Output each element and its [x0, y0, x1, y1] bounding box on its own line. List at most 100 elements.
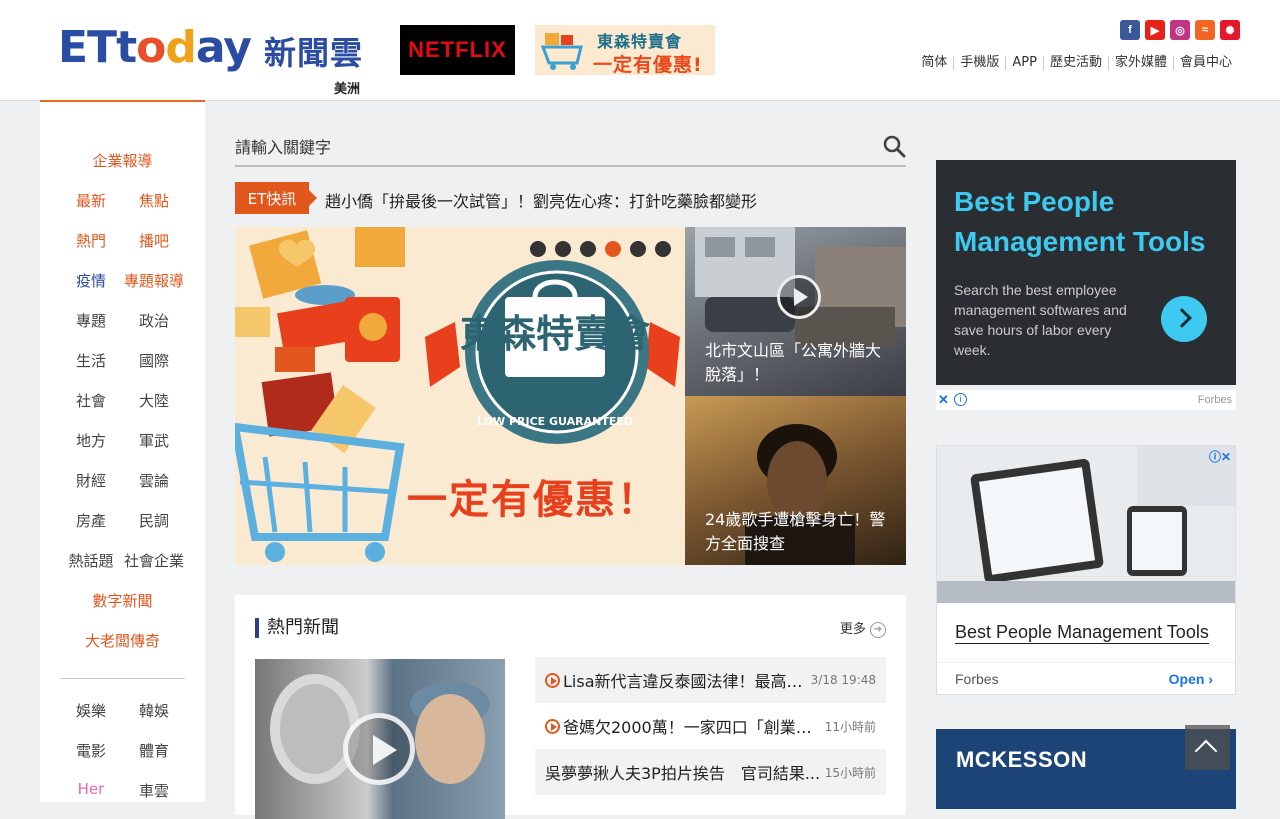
nav-mainland[interactable]: 大陸: [130, 390, 178, 411]
breaking-news-headline[interactable]: 趙小僑「拚最後一次試管」！劉亮佐心疼：打針吃藥臉都變形: [325, 188, 757, 212]
topnav-outdoor-media[interactable]: 家外媒體: [1107, 56, 1173, 70]
nav-opinion[interactable]: 雲論: [130, 470, 178, 491]
breaking-news-tag: ET快訊: [235, 182, 317, 214]
hot-news-item-time: 15小時前: [824, 765, 876, 780]
nav-korean-ent[interactable]: 韓娛: [130, 700, 178, 721]
carousel-dot-2[interactable]: [555, 241, 571, 257]
topnav-mobile[interactable]: 手機版: [953, 56, 1005, 70]
topnav-app[interactable]: APP: [1005, 56, 1043, 70]
chevron-right-icon[interactable]: [1161, 296, 1207, 342]
nav-latest[interactable]: 最新: [68, 190, 114, 211]
carousel-dot-4[interactable]: [605, 241, 621, 257]
nav-digital-news[interactable]: 數字新聞: [40, 590, 205, 611]
social-links: f ▶ ◎ ≈ ✺: [1120, 20, 1240, 40]
topnav-simplified[interactable]: 简体: [915, 56, 953, 70]
sale-banner-line1: 東森特賣會: [597, 32, 683, 51]
hot-news-item-3[interactable]: 吳夢夢揪人夫3P拍片挨告 官司結果... 15小時前: [535, 749, 886, 795]
nav-polls[interactable]: 民調: [130, 510, 178, 531]
nav-local[interactable]: 地方: [68, 430, 114, 451]
more-label: 更多: [839, 622, 866, 637]
video-play-icon[interactable]: [777, 275, 821, 319]
facebook-icon[interactable]: f: [1120, 20, 1140, 40]
nav-broadcast[interactable]: 播吧: [130, 230, 178, 251]
side-story-2-caption: 24歲歌手遭槍擊身亡！警方全面搜查: [705, 510, 886, 553]
nav-politics[interactable]: 政治: [130, 310, 178, 331]
nav-entertainment[interactable]: 娛樂: [68, 700, 114, 721]
nav-cars[interactable]: 車雲: [130, 780, 178, 801]
hot-news-item-title: Lisa新代言違反泰國法律！最高「罰款...: [563, 672, 807, 691]
ad-forbes-light[interactable]: ⓘ✕ Best People Management Tools Forbes O…: [936, 445, 1236, 695]
video-play-icon[interactable]: [343, 713, 415, 785]
weibo-icon[interactable]: ✺: [1220, 20, 1240, 40]
nav-international[interactable]: 國際: [130, 350, 178, 371]
nav-divider: [60, 678, 185, 679]
hot-news-section: 熱門新聞 更多 ➔ Lisa新代言違反泰國法律！最高「罰款... 3/18 19…: [235, 595, 906, 819]
info-icon[interactable]: i: [954, 393, 967, 406]
video-play-icon: [545, 672, 560, 688]
hot-news-more-link[interactable]: 更多 ➔: [840, 618, 886, 638]
nav-topics[interactable]: 專題: [68, 310, 114, 331]
hot-news-video-thumbnail[interactable]: [255, 659, 505, 819]
hot-news-item-1[interactable]: Lisa新代言違反泰國法律！最高「罰款... 3/18 19:48: [535, 657, 886, 703]
nav-her[interactable]: Her: [68, 780, 114, 798]
nav-finance[interactable]: 財經: [68, 470, 114, 491]
hot-news-item-time: 11小時前: [824, 719, 876, 734]
hot-news-item-2[interactable]: 爸媽欠2000萬！一家四口「創業賣... 11小時前: [535, 703, 886, 749]
ad-info-close-icon[interactable]: ⓘ✕: [1209, 448, 1231, 465]
shopping-cart-icon: [541, 33, 583, 70]
ad-forbes-dark[interactable]: Best People Management Tools Search the …: [936, 160, 1236, 385]
site-header: ETtoday 新聞雲 美洲 NETFLIX 東森特賣會 一定有優惠! f ▶ …: [0, 0, 1280, 101]
badge-subtitle: LOW PRICE GUARANTEED: [477, 415, 633, 428]
nav-boss-legends[interactable]: 大老闆傳奇: [40, 630, 205, 651]
nav-pandemic[interactable]: 疫情: [68, 270, 114, 291]
region-label: 美洲: [334, 82, 361, 97]
nav-hot-topics[interactable]: 熱話題: [62, 550, 120, 571]
side-story-1[interactable]: 北市文山區「公寓外牆大脫落」！: [685, 227, 906, 396]
topnav-member-center[interactable]: 會員中心: [1172, 56, 1238, 70]
nav-special-reports[interactable]: 專題報導: [122, 270, 186, 291]
ad1-headline: Best People Management Tools: [954, 186, 1206, 257]
ad2-title[interactable]: Best People Management Tools: [955, 622, 1209, 644]
topnav-history-events[interactable]: 歷史活動: [1042, 56, 1108, 70]
nav-society[interactable]: 社會: [68, 390, 114, 411]
search-icon[interactable]: [882, 134, 906, 158]
carousel-dots: [530, 241, 671, 257]
hot-news-item-title: 爸媽欠2000萬！一家四口「創業賣...: [563, 718, 821, 737]
top-navigation: 简体 手機版 APP 歷史活動 家外媒體 會員中心: [915, 56, 1238, 70]
search-input[interactable]: [235, 136, 855, 158]
featured-carousel[interactable]: 東森特賣會 LOW PRICE GUARANTEED 一定有優惠！: [235, 227, 685, 565]
nav-hot[interactable]: 熱門: [68, 230, 114, 251]
hot-news-item-time: 3/18 19:48: [810, 673, 876, 687]
nav-military[interactable]: 軍武: [130, 430, 178, 451]
carousel-dot-5[interactable]: [630, 241, 646, 257]
rss-icon[interactable]: ≈: [1195, 20, 1215, 40]
carousel-dot-3[interactable]: [580, 241, 596, 257]
instagram-icon[interactable]: ◎: [1170, 20, 1190, 40]
side-story-1-caption: 北市文山區「公寓外牆大脫落」！: [705, 341, 882, 384]
nav-social-enterprise[interactable]: 社會企業: [122, 550, 186, 571]
chevron-right-icon: ›: [1208, 671, 1213, 687]
nav-real-estate[interactable]: 房產: [68, 510, 114, 531]
ad2-open-button[interactable]: Open ›: [1169, 671, 1213, 687]
close-icon[interactable]: ✕: [938, 392, 949, 408]
nav-life[interactable]: 生活: [68, 350, 114, 371]
ettoday-logo[interactable]: ETtoday 新聞雲 美洲: [58, 22, 368, 97]
nav-sports[interactable]: 體育: [130, 740, 178, 761]
ad1-footer: ✕ i Forbes: [936, 390, 1236, 410]
side-story-2[interactable]: 24歲歌手遭槍擊身亡！警方全面搜查: [685, 396, 906, 565]
search-bar: [235, 130, 906, 167]
youtube-icon[interactable]: ▶: [1145, 20, 1165, 40]
back-to-top-button[interactable]: [1185, 725, 1230, 770]
sale-banner-ad[interactable]: 東森特賣會 一定有優惠!: [535, 25, 715, 75]
nav-focus[interactable]: 焦點: [130, 190, 178, 211]
nav-corporate-reports[interactable]: 企業報導: [40, 150, 205, 171]
netflix-ad-banner[interactable]: NETFLIX: [400, 25, 515, 75]
carousel-dot-1[interactable]: [530, 241, 546, 257]
ad1-source: Forbes: [1197, 394, 1232, 406]
arrow-circle-icon: ➔: [870, 621, 886, 638]
carousel-slogan: 一定有優惠！: [407, 477, 659, 523]
sale-banner-line2: 一定有優惠!: [593, 54, 703, 75]
carousel-dot-6[interactable]: [655, 241, 671, 257]
video-play-icon: [545, 718, 560, 734]
nav-movies[interactable]: 電影: [68, 740, 114, 761]
